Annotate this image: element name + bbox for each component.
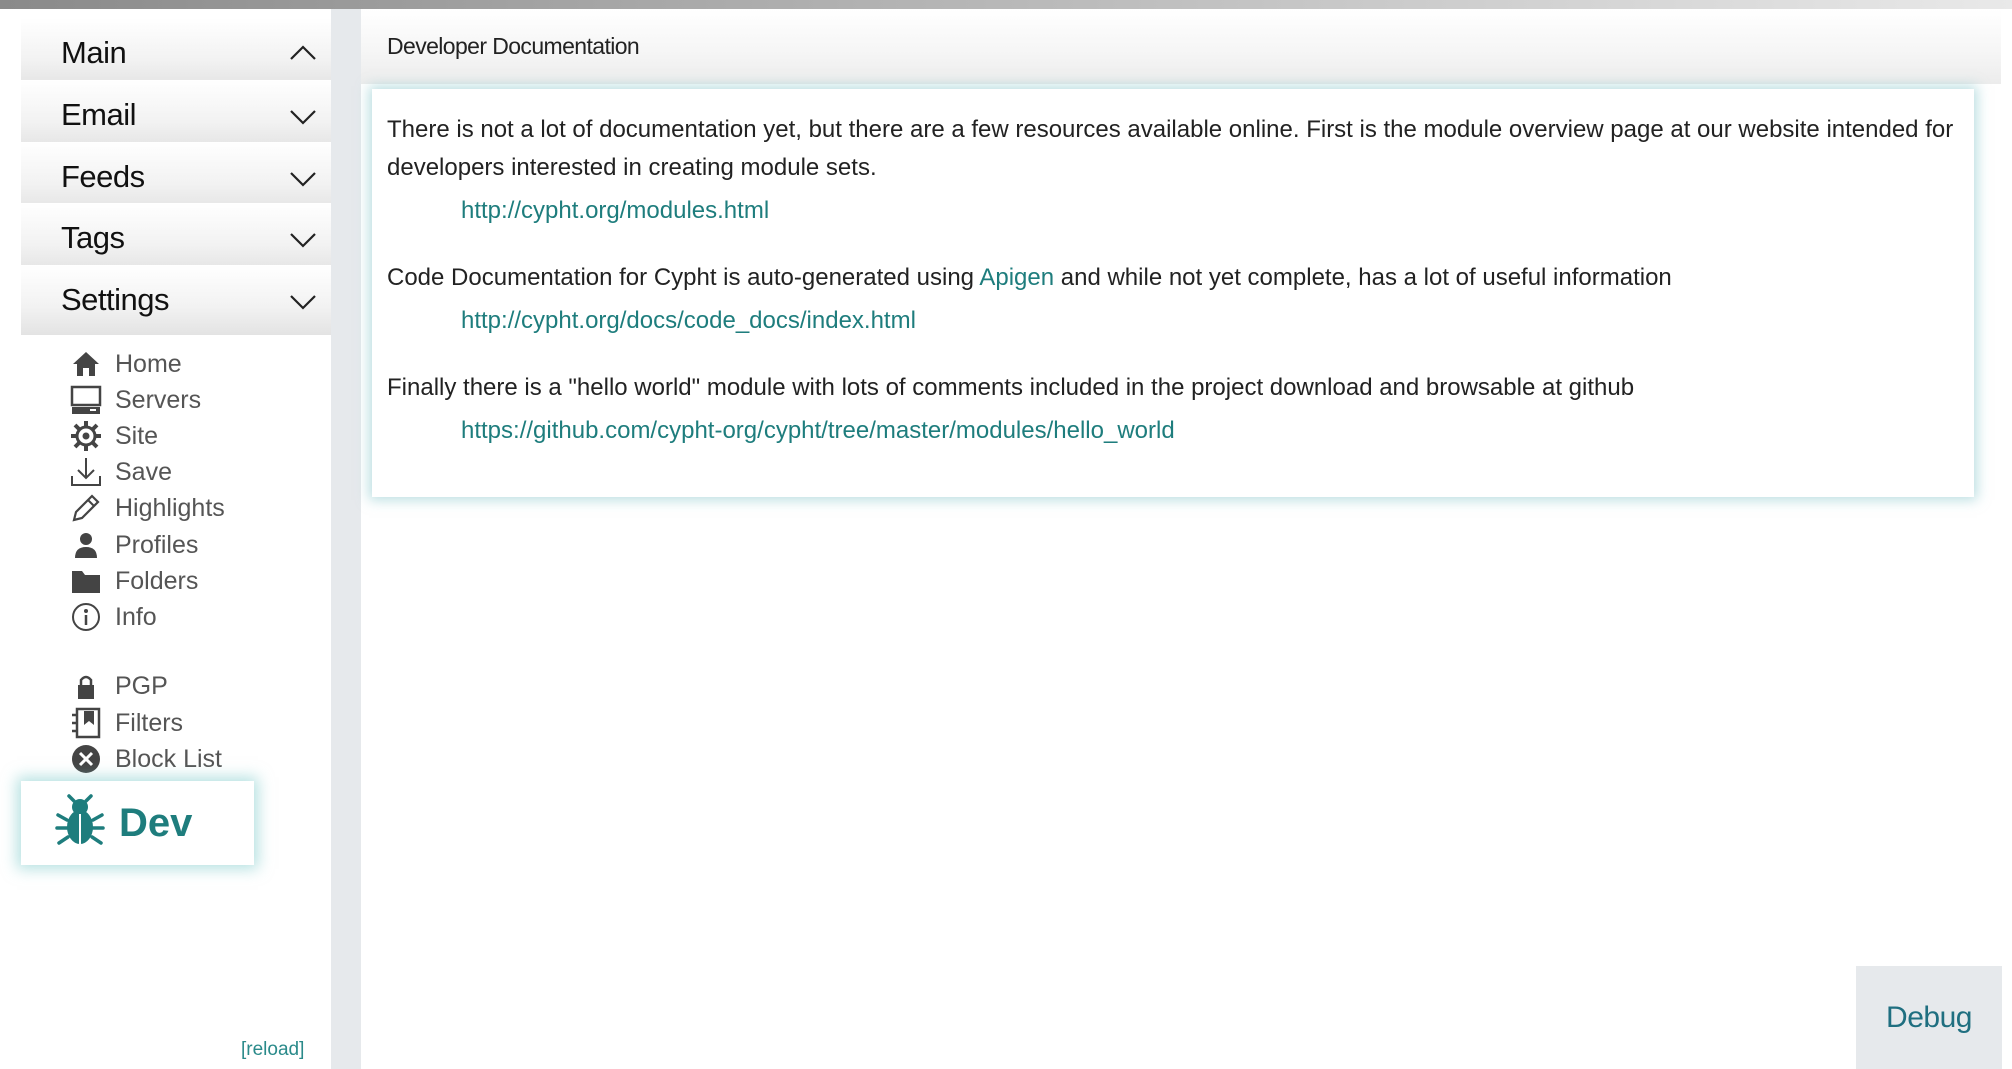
chevron-down-icon: [290, 295, 316, 310]
sidebar-item-label: Servers: [115, 385, 202, 414]
sidebar-item-label: Profiles: [115, 530, 199, 559]
sidebar-item-label: Save: [115, 457, 172, 486]
doc-paragraph-hello-world: Finally there is a "hello world" module …: [387, 374, 1635, 401]
sidebar-item-label: PGP: [115, 671, 168, 700]
doc-paragraph-code-docs: Code Documentation for Cypht is auto-gen…: [387, 259, 1960, 297]
sidebar: Main Email Feeds Tags Settings Home Serv…: [21, 9, 331, 1069]
sidebar-item-label: Info: [115, 602, 157, 631]
person-icon: [69, 528, 103, 562]
dev-menu-popup[interactable]: Dev: [21, 781, 254, 865]
debug-button[interactable]: Debug: [1856, 966, 2002, 1069]
doc-text: and while not yet complete, has a lot of…: [1054, 264, 1672, 291]
sidebar-item-label: Home: [115, 349, 182, 378]
content-header: Developer Documentation: [361, 9, 2001, 84]
menu-section-main[interactable]: Main: [21, 18, 331, 88]
menu-section-settings[interactable]: Settings: [21, 265, 331, 335]
menu-section-label: Feeds: [61, 159, 145, 194]
doc-text: Code Documentation for Cypht is auto-gen…: [387, 264, 980, 291]
menu-section-email[interactable]: Email: [21, 80, 331, 150]
debug-label: Debug: [1886, 1000, 1972, 1034]
menu-section-label: Main: [61, 35, 127, 70]
sidebar-item-label: Folders: [115, 566, 199, 595]
chevron-up-icon: [290, 45, 316, 60]
sidebar-item-label: Site: [115, 421, 159, 450]
apigen-link[interactable]: Apigen: [979, 264, 1054, 291]
menu-section-label: Tags: [61, 220, 125, 255]
lock-icon: [69, 669, 103, 703]
close-circle-icon: [69, 742, 103, 776]
filters-icon: [69, 706, 103, 740]
menu-section-feeds[interactable]: Feeds: [21, 142, 331, 212]
menu-section-tags[interactable]: Tags: [21, 203, 331, 273]
code-docs-link[interactable]: http://cypht.org/docs/code_docs/index.ht…: [461, 307, 1960, 335]
hello-world-link[interactable]: https://github.com/cypht-org/cypht/tree/…: [461, 417, 1960, 445]
chevron-down-icon: [290, 110, 316, 125]
servers-icon: [69, 383, 103, 417]
folder-icon: [69, 564, 103, 598]
menu-section-label: Email: [61, 97, 137, 132]
top-progress-bar: [0, 0, 2012, 9]
chevron-down-icon: [290, 233, 316, 248]
info-icon: [69, 600, 103, 634]
chevron-down-icon: [290, 172, 316, 187]
pencil-icon: [69, 491, 103, 525]
doc-paragraph-intro: There is not a lot of documentation yet,…: [387, 116, 1954, 181]
sidebar-item-label: Block List: [115, 744, 222, 773]
documentation-panel: There is not a lot of documentation yet,…: [372, 89, 1974, 497]
download-icon: [69, 455, 103, 489]
sidebar-divider: [331, 9, 361, 1069]
sidebar-item-info[interactable]: Info: [69, 595, 157, 639]
sidebar-item-label: Highlights: [115, 493, 225, 522]
menu-section-label: Settings: [61, 282, 170, 317]
home-icon: [69, 347, 103, 381]
sidebar-item-label: Filters: [115, 708, 184, 737]
reload-link[interactable]: [reload]: [241, 1039, 304, 1061]
bug-icon: [55, 793, 105, 853]
gear-icon: [69, 419, 103, 453]
modules-link[interactable]: http://cypht.org/modules.html: [461, 197, 1960, 225]
sidebar-item-block-list[interactable]: Block List: [69, 737, 222, 781]
dev-menu-label: Dev: [119, 800, 193, 845]
page-title: Developer Documentation: [387, 33, 640, 59]
